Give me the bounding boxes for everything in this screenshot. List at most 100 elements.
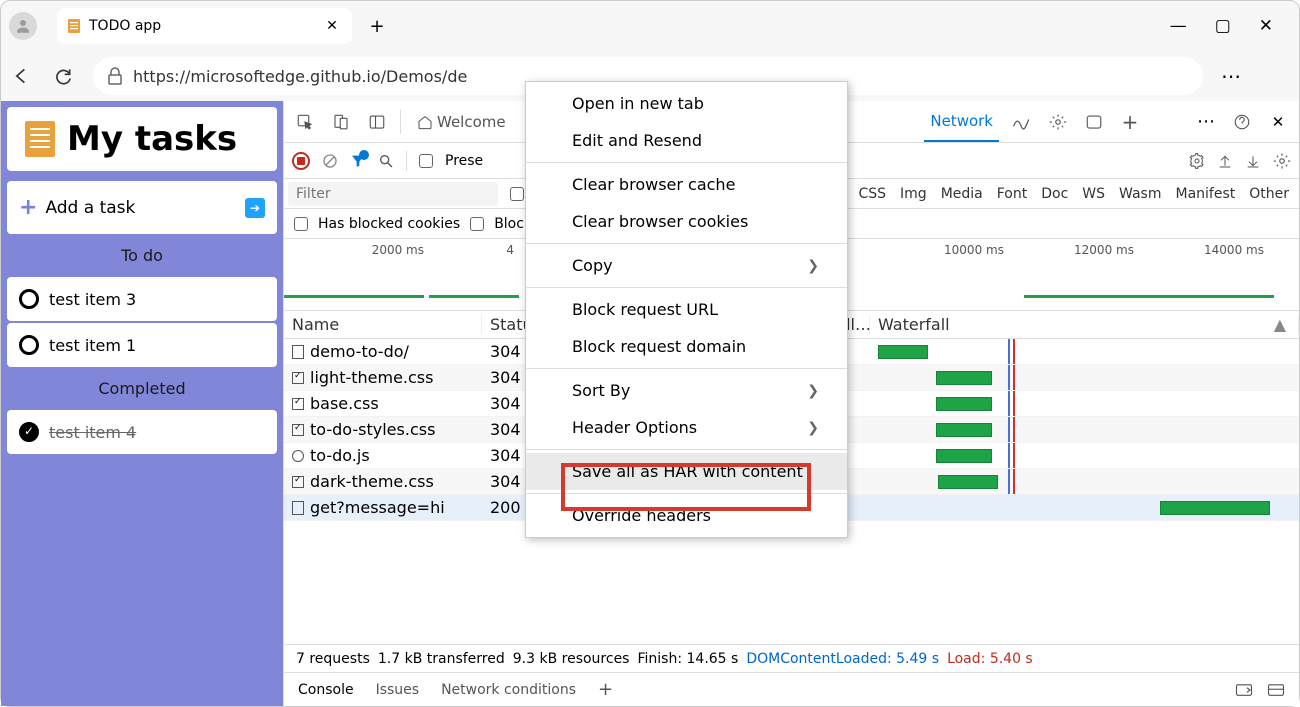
tab-network[interactable]: Network	[924, 102, 999, 142]
filter-manifest[interactable]: Manifest	[1175, 186, 1235, 202]
inspect-icon[interactable]	[292, 109, 318, 135]
filter-other[interactable]: Other	[1249, 186, 1289, 202]
network-settings-icon[interactable]	[1273, 152, 1291, 170]
task-text: test item 4	[49, 423, 136, 442]
task-item[interactable]: test item 1	[7, 323, 277, 367]
context-menu-item[interactable]: Open in new tab	[526, 85, 847, 122]
drawer-icon[interactable]	[1235, 683, 1253, 697]
dock-icon[interactable]	[364, 109, 390, 135]
filter-toggle-icon[interactable]	[350, 153, 366, 169]
preserve-log-label: Prese	[445, 153, 483, 169]
filter-wasm[interactable]: Wasm	[1119, 186, 1161, 202]
context-menu-item[interactable]: Block request URL	[526, 291, 847, 328]
drawer-issues[interactable]: Issues	[376, 682, 420, 698]
person-icon	[14, 17, 32, 35]
filter-font[interactable]: Font	[997, 186, 1027, 202]
section-todo-label: To do	[7, 236, 277, 275]
status-requests: 7 requests	[296, 651, 370, 667]
tick: 4	[424, 243, 514, 257]
clear-icon[interactable]	[322, 153, 338, 169]
more-icon[interactable]: ⋯	[1193, 109, 1219, 135]
filter-css[interactable]: CSS	[858, 186, 886, 202]
context-menu-item[interactable]: Save all as HAR with content	[526, 453, 847, 490]
record-button[interactable]	[292, 152, 310, 170]
browser-menu-button[interactable]: ⋯	[1221, 64, 1241, 88]
filter-img[interactable]: Img	[900, 186, 927, 202]
lock-icon	[107, 67, 123, 85]
task-radio-icon[interactable]	[19, 289, 39, 309]
submit-icon[interactable]: ➔	[245, 198, 265, 218]
clipboard-icon	[25, 121, 55, 157]
context-menu-item[interactable]: Clear browser cache	[526, 166, 847, 203]
help-icon[interactable]	[1229, 109, 1255, 135]
status-finish: Finish: 14.65 s	[637, 651, 738, 667]
add-tab-button[interactable]: +	[1117, 109, 1143, 135]
task-text: test item 3	[49, 290, 136, 309]
back-button[interactable]	[9, 64, 33, 88]
download-icon[interactable]	[1245, 153, 1261, 169]
col-waterfall[interactable]: Waterfall▲	[870, 315, 1299, 334]
document-icon	[292, 501, 304, 515]
task-done-icon[interactable]	[19, 422, 39, 442]
tab-welcome[interactable]: Welcome	[411, 103, 512, 141]
performance-icon[interactable]	[1009, 109, 1035, 135]
context-menu-item[interactable]: Edit and Resend	[526, 122, 847, 159]
task-item[interactable]: test item 3	[7, 277, 277, 321]
task-radio-icon[interactable]	[19, 335, 39, 355]
preserve-log-checkbox[interactable]	[419, 154, 433, 168]
profile-avatar[interactable]	[9, 12, 37, 40]
minimize-button[interactable]: —	[1170, 16, 1187, 36]
close-window-button[interactable]: ✕	[1259, 16, 1273, 36]
panel-icon[interactable]	[1081, 109, 1107, 135]
tab-title: TODO app	[89, 18, 161, 34]
col-name[interactable]: Name	[284, 315, 482, 334]
has-blocked-cookies-label: Has blocked cookies	[318, 216, 460, 232]
refresh-button[interactable]	[51, 64, 75, 88]
invert-checkbox[interactable]	[510, 187, 524, 201]
new-tab-button[interactable]: +	[360, 9, 394, 43]
maximize-button[interactable]: ▢	[1215, 16, 1231, 36]
todo-app: My tasks + Add a task ➔ To do test item …	[1, 101, 283, 706]
tick: 12000 ms	[1039, 243, 1169, 257]
document-icon	[292, 345, 304, 359]
gear-icon[interactable]	[1045, 109, 1071, 135]
network-status-bar: 7 requests 1.7 kB transferred 9.3 kB res…	[284, 644, 1299, 672]
has-blocked-cookies-checkbox[interactable]	[294, 217, 308, 231]
tick: 14000 ms	[1169, 243, 1299, 257]
context-menu: Open in new tabEdit and Resend Clear brow…	[525, 81, 848, 538]
device-icon[interactable]	[328, 109, 354, 135]
filter-ws[interactable]: WS	[1082, 186, 1105, 202]
context-menu-item[interactable]: Clear browser cookies	[526, 203, 847, 240]
tick: 10000 ms	[909, 243, 1039, 257]
settings-wrench-icon[interactable]	[1189, 153, 1205, 169]
context-menu-item[interactable]: Copy❯	[526, 247, 847, 284]
status-domcontentloaded: DOMContentLoaded: 5.49 s	[746, 651, 939, 667]
context-menu-item[interactable]: Header Options❯	[526, 409, 847, 446]
url-text: https://microsoftedge.github.io/Demos/de	[133, 67, 467, 86]
drawer-network-conditions[interactable]: Network conditions	[441, 682, 576, 698]
context-menu-item[interactable]: Block request domain	[526, 328, 847, 365]
upload-icon[interactable]	[1217, 153, 1233, 169]
tab-close-button[interactable]: ✕	[322, 16, 342, 36]
add-task-button[interactable]: + Add a task ➔	[7, 181, 277, 234]
context-menu-item[interactable]: Sort By❯	[526, 372, 847, 409]
tick: 2000 ms	[284, 243, 424, 257]
blocked-requests-checkbox[interactable]	[470, 217, 484, 231]
browser-tab[interactable]: TODO app ✕	[57, 8, 352, 44]
drawer-add-button[interactable]: +	[598, 679, 613, 700]
drawer-console[interactable]: Console	[298, 682, 354, 698]
status-resources: 9.3 kB resources	[513, 651, 630, 667]
filter-media[interactable]: Media	[941, 186, 983, 202]
app-header: My tasks	[7, 107, 277, 171]
drawer-expand-icon[interactable]	[1267, 683, 1285, 697]
search-icon[interactable]	[378, 153, 394, 169]
app-title: My tasks	[67, 119, 237, 159]
filter-doc[interactable]: Doc	[1041, 186, 1068, 202]
context-menu-item[interactable]: Override headers	[526, 497, 847, 534]
filter-input[interactable]	[288, 182, 498, 206]
titlebar: TODO app ✕ + — ▢ ✕	[1, 1, 1299, 51]
browser-window: TODO app ✕ + — ▢ ✕ https://microsoftedge…	[0, 0, 1300, 707]
stylesheet-icon	[292, 398, 304, 410]
task-item-completed[interactable]: test item 4	[7, 410, 277, 454]
close-devtools-button[interactable]: ✕	[1265, 109, 1291, 135]
